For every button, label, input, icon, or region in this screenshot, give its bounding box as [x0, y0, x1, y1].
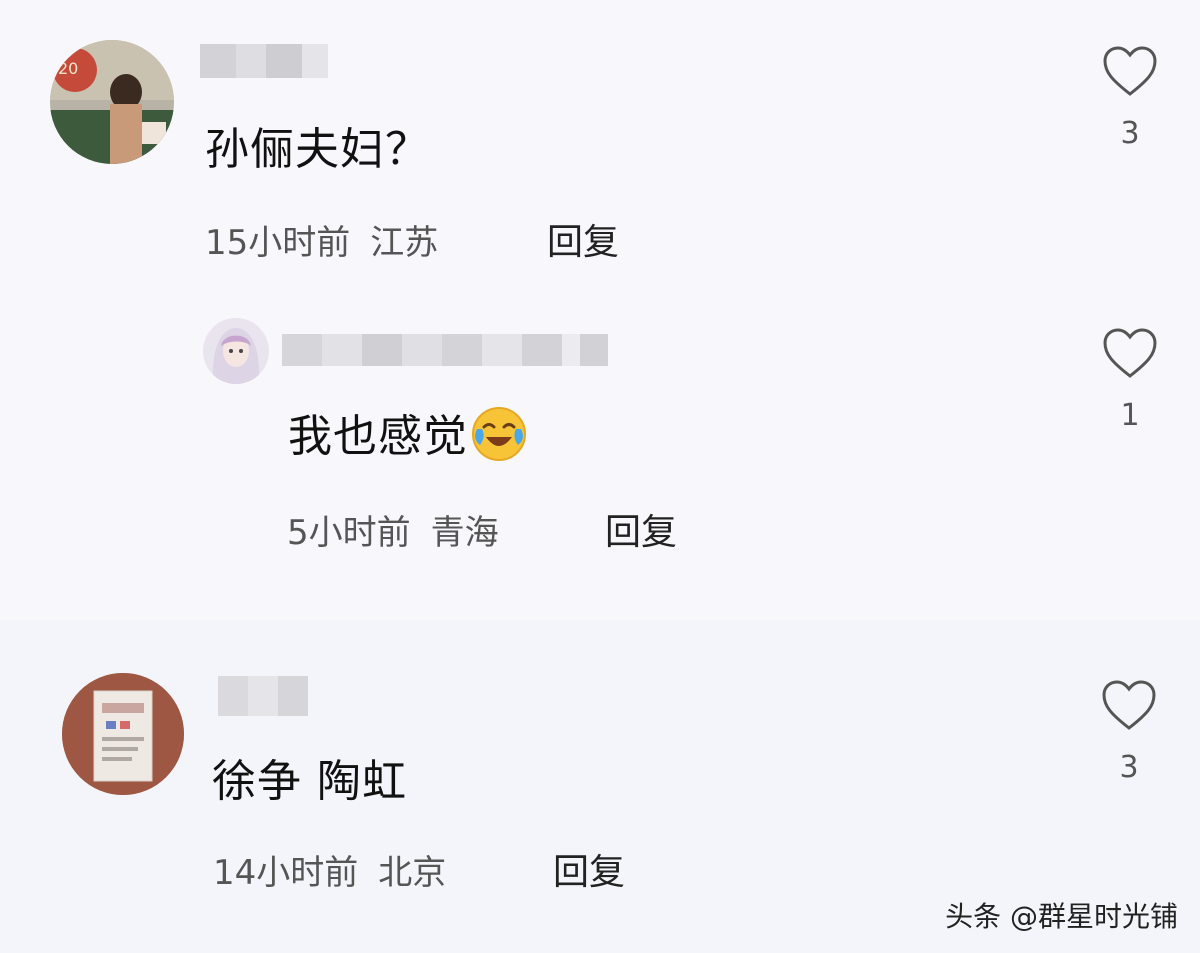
heart-outline-icon — [1103, 328, 1157, 378]
comment-section-top — [0, 0, 1200, 620]
comment-time: 14小时前 — [213, 853, 359, 893]
comment-meta: 14小时前 北京 — [213, 845, 446, 894]
like-count: 3 — [1119, 750, 1139, 785]
comment-meta: 15小时前 江苏 — [205, 215, 438, 264]
avatar[interactable] — [62, 673, 184, 795]
comment-meta: 5小时前 青海 — [287, 505, 499, 554]
username-blurred[interactable] — [218, 676, 308, 716]
comment-text: 徐争 陶虹 — [212, 756, 407, 807]
username-blurred[interactable] — [282, 334, 608, 366]
heart-outline-icon — [1103, 46, 1157, 96]
like-count: 1 — [1120, 398, 1140, 433]
watermark: 头条 @群星时光铺 — [945, 900, 1178, 933]
comment-time: 5小时前 — [287, 513, 411, 553]
comment-location: 北京 — [378, 853, 447, 893]
comment-text-body: 我也感觉 — [288, 411, 468, 462]
avatar[interactable] — [203, 318, 269, 384]
laughing-crying-emoji-icon — [470, 405, 528, 474]
reply-button[interactable]: 回复 — [605, 503, 677, 555]
reply-button[interactable]: 回复 — [553, 843, 625, 895]
comment-location: 江苏 — [370, 223, 439, 263]
comment-text: 孙俪夫妇？ — [205, 124, 430, 175]
avatar[interactable]: 20 — [50, 40, 174, 164]
comment-text: 我也感觉 — [288, 400, 528, 474]
reply-button[interactable]: 回复 — [547, 213, 619, 265]
comment-time: 15小时前 — [205, 223, 351, 263]
heart-outline-icon — [1102, 680, 1156, 730]
like-button[interactable]: 3 — [1099, 680, 1159, 785]
comment-location: 青海 — [430, 513, 499, 553]
username-blurred[interactable] — [200, 44, 328, 78]
like-button[interactable]: 1 — [1100, 328, 1160, 433]
like-count: 3 — [1120, 116, 1140, 151]
like-button[interactable]: 3 — [1100, 46, 1160, 151]
